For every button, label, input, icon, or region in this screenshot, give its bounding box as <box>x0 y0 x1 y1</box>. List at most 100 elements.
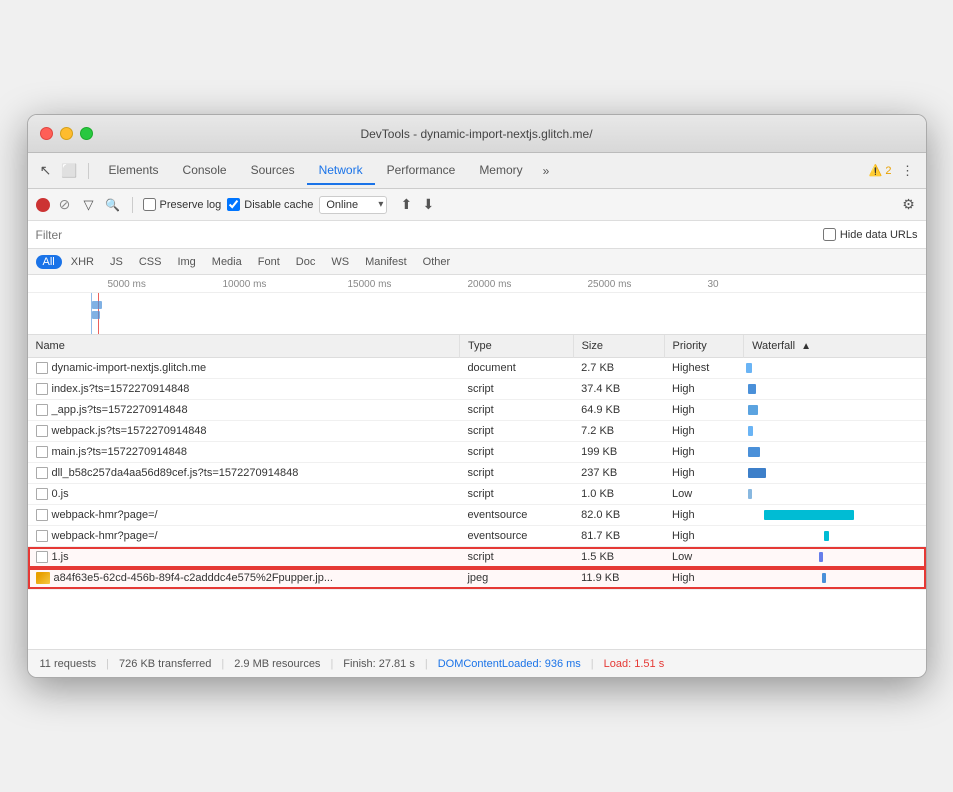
download-icon[interactable]: ⬇ <box>419 196 437 214</box>
cell-size: 237 KB <box>573 463 664 484</box>
cell-size: 199 KB <box>573 442 664 463</box>
record-button[interactable] <box>36 198 50 212</box>
cell-type: script <box>459 547 573 568</box>
file-icon <box>36 530 48 542</box>
tab-memory[interactable]: Memory <box>467 157 534 185</box>
table-row[interactable]: index.js?ts=1572270914848script37.4 KBHi… <box>28 379 926 400</box>
preserve-log-checkbox[interactable] <box>143 198 156 211</box>
cell-size: 2.7 KB <box>573 358 664 379</box>
filter-all[interactable]: All <box>36 255 62 269</box>
cell-priority: High <box>664 463 744 484</box>
tab-elements[interactable]: Elements <box>97 157 171 185</box>
filter-font[interactable]: Font <box>251 255 287 269</box>
table-row[interactable]: webpack.js?ts=1572270914848 script7.2 KBH… <box>28 421 926 442</box>
tab-network[interactable]: Network <box>307 157 375 185</box>
cell-waterfall <box>744 484 926 505</box>
cell-priority: High <box>664 421 744 442</box>
more-menu-button[interactable]: ⋮ <box>898 161 918 181</box>
tick-15000: 15000 ms <box>348 279 392 290</box>
throttle-dropdown[interactable]: Online Fast 3G Slow 3G Offline <box>319 196 387 214</box>
tick-30: 30 <box>708 279 719 290</box>
filter-other[interactable]: Other <box>416 255 458 269</box>
col-priority[interactable]: Priority <box>664 335 744 358</box>
upload-icon[interactable]: ⬆ <box>397 196 415 214</box>
filter-js[interactable]: JS <box>103 255 130 269</box>
table-row[interactable]: webpack-hmr?page=/eventsource82.0 KBHigh <box>28 505 926 526</box>
file-name: 1.js <box>52 551 69 563</box>
tab-performance[interactable]: Performance <box>375 157 468 185</box>
hide-data-urls-text: Hide data URLs <box>840 229 918 241</box>
filter-doc[interactable]: Doc <box>289 255 323 269</box>
file-icon <box>36 383 48 395</box>
tab-sources[interactable]: Sources <box>239 157 307 185</box>
empty-area <box>28 589 926 649</box>
filter-img[interactable]: Img <box>170 255 202 269</box>
table-row[interactable]: _app.js?ts=1572270914848script64.9 KBHig… <box>28 400 926 421</box>
preserve-log-label[interactable]: Preserve log <box>143 198 222 211</box>
tab-overflow[interactable]: » <box>535 158 558 184</box>
cell-size: 1.0 KB <box>573 484 664 505</box>
cell-priority: High <box>664 505 744 526</box>
filter-media[interactable]: Media <box>205 255 249 269</box>
filter-ws[interactable]: WS <box>324 255 356 269</box>
cell-waterfall <box>744 442 926 463</box>
tab-console[interactable]: Console <box>171 157 239 185</box>
cell-waterfall <box>744 379 926 400</box>
cell-name: webpack.js?ts=1572270914848 <box>28 421 460 442</box>
cell-type: script <box>459 421 573 442</box>
table-row[interactable]: dynamic-import-nextjs.glitch.medocument2… <box>28 358 926 379</box>
cell-priority: Low <box>664 484 744 505</box>
col-type[interactable]: Type <box>459 335 573 358</box>
search-icon[interactable]: 🔍 <box>104 196 122 214</box>
hide-data-urls-label[interactable]: Hide data URLs <box>823 228 918 241</box>
filter-icon[interactable]: ▽ <box>80 196 98 214</box>
file-name: main.js?ts=1572270914848 <box>52 446 187 458</box>
cell-waterfall <box>744 463 926 484</box>
table-row[interactable]: 1.jsscript1.5 KBLow <box>28 547 926 568</box>
filter-manifest[interactable]: Manifest <box>358 255 414 269</box>
waterfall-bar <box>748 489 752 499</box>
upload-icons: ⬆ ⬇ <box>397 196 437 214</box>
filter-xhr[interactable]: XHR <box>64 255 101 269</box>
dom-content-loaded: DOMContentLoaded: 936 ms <box>438 658 581 670</box>
cell-type: script <box>459 484 573 505</box>
network-table: Name Type Size Priority Waterfall ▲ dyna… <box>28 335 926 589</box>
traffic-lights <box>40 127 93 140</box>
sort-arrow: ▲ <box>801 341 811 352</box>
cell-size: 7.2 KB <box>573 421 664 442</box>
waterfall-bar <box>819 552 823 562</box>
waterfall-bar <box>748 384 756 394</box>
table-row[interactable]: 0.jsscript1.0 KBLow <box>28 484 926 505</box>
cell-name: dll_b58c257da4aa56d89cef.js?ts=157227091… <box>28 463 460 484</box>
cell-type: eventsource <box>459 505 573 526</box>
filter-input[interactable] <box>36 228 116 242</box>
cell-size: 82.0 KB <box>573 505 664 526</box>
minimize-button[interactable] <box>60 127 73 140</box>
table-row[interactable]: main.js?ts=1572270914848script199 KBHigh <box>28 442 926 463</box>
col-name[interactable]: Name <box>28 335 460 358</box>
close-button[interactable] <box>40 127 53 140</box>
resources-size: 2.9 MB resources <box>234 658 320 670</box>
file-name: webpack.js?ts=1572270914848 <box>52 425 207 437</box>
col-waterfall[interactable]: Waterfall ▲ <box>744 335 926 358</box>
cell-priority: High <box>664 526 744 547</box>
col-size[interactable]: Size <box>573 335 664 358</box>
cell-name: main.js?ts=1572270914848 <box>28 442 460 463</box>
table-row[interactable]: dll_b58c257da4aa56d89cef.js?ts=157227091… <box>28 463 926 484</box>
cursor-icon[interactable]: ↖ <box>36 161 56 181</box>
table-row[interactable]: a84f63e5-62cd-456b-89f4-c2adddc4e575%2Fp… <box>28 568 926 589</box>
waterfall-bar <box>748 468 766 478</box>
waterfall-bar <box>746 363 752 373</box>
filter-css[interactable]: CSS <box>132 255 169 269</box>
settings-icon[interactable]: ⚙ <box>900 196 918 214</box>
hide-data-urls-checkbox[interactable] <box>823 228 836 241</box>
timeline-bar: 5000 ms 10000 ms 15000 ms 20000 ms 25000… <box>28 275 926 335</box>
stop-recording-icon[interactable]: ⊘ <box>56 196 74 214</box>
disable-cache-label[interactable]: Disable cache <box>227 198 313 211</box>
warning-badge: ⚠️ 2 <box>869 164 892 177</box>
file-icon <box>36 446 48 458</box>
table-row[interactable]: webpack-hmr?page=/eventsource81.7 KBHigh <box>28 526 926 547</box>
maximize-button[interactable] <box>80 127 93 140</box>
disable-cache-checkbox[interactable] <box>227 198 240 211</box>
device-icon[interactable]: ⬜ <box>60 161 80 181</box>
